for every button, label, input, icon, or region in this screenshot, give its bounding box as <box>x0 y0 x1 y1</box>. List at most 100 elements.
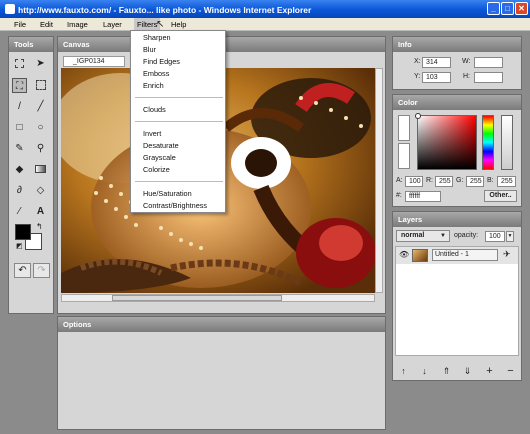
move-layer-top-icon[interactable]: ⇑ <box>439 364 454 379</box>
image-tab[interactable]: _IGP0134 <box>63 56 125 67</box>
hex-input[interactable]: ffffff <box>405 191 441 202</box>
rectangle-icon[interactable]: □ <box>12 120 27 135</box>
info-panel: Info X: 314 Y: 103 W: H: <box>392 36 522 90</box>
x-label: X: <box>414 58 421 65</box>
pencil-icon[interactable]: ✎ <box>12 141 27 156</box>
hue-slider[interactable] <box>482 115 494 170</box>
picker-cursor[interactable] <box>415 113 421 119</box>
y-label: Y: <box>414 73 421 80</box>
menu-item-grayscale[interactable]: Grayscale <box>143 153 176 162</box>
layer-name[interactable]: Untitled - 1 <box>432 249 498 261</box>
a-label: A: <box>396 177 403 184</box>
menu-item-emboss[interactable]: Emboss <box>143 69 169 78</box>
menu-separator <box>135 121 223 122</box>
menu-bar: File Edit Image Layer Filters Help ↖ <box>0 18 530 31</box>
add-layer-icon[interactable]: + <box>482 364 497 379</box>
lasso-select-icon[interactable] <box>33 78 48 93</box>
menu-item-hue-saturation[interactable]: Hue/Saturation <box>143 189 192 198</box>
green-input[interactable]: 255 <box>466 176 484 187</box>
alpha-slider[interactable] <box>501 115 513 170</box>
minimize-icon[interactable]: _ <box>487 2 500 15</box>
move-layer-bottom-icon[interactable]: ⇓ <box>460 364 475 379</box>
color-panel: Color A: 100 R: 255 G: 255 B: 255 #: fff… <box>392 94 522 207</box>
swap-colors-icon[interactable]: ↰ <box>36 222 43 231</box>
r-label: R: <box>426 177 433 184</box>
line-icon[interactable]: ╱ <box>33 99 48 114</box>
layers-panel: Layers normal ▼ opacity: 100 ▼ 👁 Untitle… <box>392 211 522 381</box>
default-colors-icon[interactable]: ◩ <box>16 242 23 250</box>
menu-item-enrich[interactable]: Enrich <box>143 81 164 90</box>
tools-panel: Tools ➤ ⛶ / ╱ □ ○ ✎ ⚲ ◆ ∂ ◇ ⁄ A ↰ ◩ ↶ ↷ <box>8 36 54 314</box>
move-layer-up-icon[interactable]: ↑ <box>396 364 411 379</box>
window-title: http://www.fauxto.com/ - Fauxto... like … <box>18 5 312 15</box>
opacity-input[interactable]: 100 <box>485 231 505 242</box>
undo-button[interactable]: ↶ <box>14 263 31 278</box>
visibility-eye-icon[interactable]: 👁 <box>399 250 409 259</box>
close-icon[interactable]: ✕ <box>515 2 528 15</box>
layers-list: 👁 Untitled - 1 ✈ <box>395 246 519 356</box>
menu-item-desaturate[interactable]: Desaturate <box>143 141 179 150</box>
delete-layer-icon[interactable]: − <box>503 364 518 379</box>
menu-layer[interactable]: Layer <box>103 18 122 31</box>
menu-edit[interactable]: Edit <box>40 18 53 31</box>
menu-item-sharpen[interactable]: Sharpen <box>143 33 171 42</box>
previous-color-preview <box>398 143 410 169</box>
ellipse-icon[interactable]: ○ <box>33 120 48 135</box>
maximize-icon[interactable]: □ <box>501 2 514 15</box>
clone-stamp-icon[interactable]: ⚲ <box>33 141 48 156</box>
h-value <box>474 72 503 83</box>
gradient-icon[interactable] <box>33 162 48 177</box>
filters-dropdown-menu: Sharpen Blur Find Edges Emboss Enrich Cl… <box>130 30 226 213</box>
w-label: W: <box>462 58 471 65</box>
layer-thumbnail <box>412 249 428 262</box>
red-input[interactable]: 255 <box>435 176 453 187</box>
menu-item-colorize[interactable]: Colorize <box>143 165 170 174</box>
opacity-label: opacity: <box>454 232 479 239</box>
saturation-value-picker[interactable] <box>415 113 477 170</box>
layer-properties-icon[interactable]: ✈ <box>503 249 511 260</box>
move-arrow-icon[interactable]: ➤ <box>33 56 48 71</box>
menu-item-invert[interactable]: Invert <box>143 129 161 138</box>
h-label: H: <box>463 73 470 80</box>
text-tool-icon[interactable]: A <box>33 204 48 219</box>
menu-item-contrast-brightness[interactable]: Contrast/Brightness <box>143 201 207 210</box>
menu-item-blur[interactable]: Blur <box>143 45 156 54</box>
eraser-icon[interactable]: ◇ <box>33 183 48 198</box>
blend-mode-value: normal <box>401 232 425 239</box>
canvas-vertical-scrollbar[interactable] <box>375 68 383 293</box>
rect-select-icon[interactable] <box>12 56 27 71</box>
menu-separator <box>135 181 223 182</box>
layers-header: Layers <box>393 212 521 227</box>
eyedropper-icon[interactable]: ⁄ <box>12 204 27 219</box>
foreground-color-swatch[interactable] <box>15 224 31 240</box>
canvas-horizontal-scrollbar[interactable] <box>61 294 375 302</box>
window-titlebar: http://www.fauxto.com/ - Fauxto... like … <box>0 0 530 18</box>
other-color-button[interactable]: Other.. <box>484 190 517 202</box>
layer-row[interactable]: 👁 Untitled - 1 ✈ <box>396 247 518 264</box>
color-header: Color <box>393 95 521 110</box>
y-value: 103 <box>422 72 451 83</box>
menu-image[interactable]: Image <box>67 18 88 31</box>
app-workspace: Tools ➤ ⛶ / ╱ □ ○ ✎ ⚲ ◆ ∂ ◇ ⁄ A ↰ ◩ ↶ ↷ … <box>0 31 530 434</box>
move-layer-down-icon[interactable]: ↓ <box>417 364 432 379</box>
menu-item-clouds[interactable]: Clouds <box>143 105 166 114</box>
tools-header: Tools <box>9 37 53 52</box>
crop-icon[interactable]: ⛶ <box>12 78 27 93</box>
chevron-down-icon: ▼ <box>440 233 446 239</box>
brush-icon[interactable]: / <box>12 99 27 114</box>
redo-button[interactable]: ↷ <box>33 263 50 278</box>
blend-mode-select[interactable]: normal ▼ <box>396 230 450 242</box>
smudge-icon[interactable]: ∂ <box>12 183 27 198</box>
layers-toolbar: ↑ ↓ ⇑ ⇓ + − <box>396 364 520 378</box>
blue-input[interactable]: 255 <box>497 176 516 187</box>
alpha-input[interactable]: 100 <box>405 176 423 187</box>
ie-icon <box>5 4 15 14</box>
opacity-dropdown-icon[interactable]: ▼ <box>506 231 514 242</box>
mouse-cursor-icon: ↖ <box>156 19 165 30</box>
menu-item-find-edges[interactable]: Find Edges <box>143 57 180 66</box>
x-value: 314 <box>422 57 451 68</box>
paint-bucket-icon[interactable]: ◆ <box>12 162 27 177</box>
menu-file[interactable]: File <box>14 18 26 31</box>
scroll-thumb[interactable] <box>112 295 282 301</box>
options-panel: Options <box>57 316 386 430</box>
